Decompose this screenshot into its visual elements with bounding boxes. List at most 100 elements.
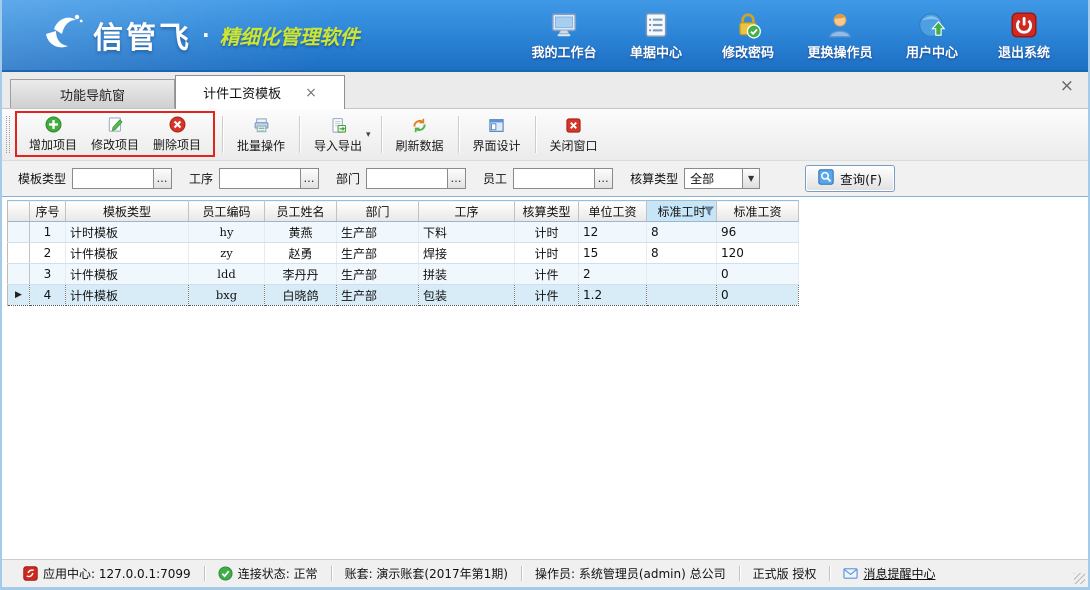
column-header-process[interactable]: 工序 <box>419 201 515 222</box>
add-item-button[interactable]: 增加项目 <box>22 113 84 155</box>
exit-system-button[interactable]: 退出系统 <box>982 10 1066 61</box>
cell-template-type[interactable]: 计时模板 <box>66 222 189 243</box>
cell-unit-wage[interactable]: 1.2 <box>579 285 647 306</box>
switch-operator-button[interactable]: 更换操作员 <box>798 10 882 61</box>
cell-process[interactable]: 下料 <box>419 222 515 243</box>
table-row[interactable]: 2计件模板zy赵勇生产部焊接计时158120 <box>8 243 799 264</box>
cell-employee-name[interactable]: 李丹丹 <box>265 264 337 285</box>
toolbar-button-label: 界面设计 <box>473 137 521 154</box>
cell-process[interactable]: 焊接 <box>419 243 515 264</box>
filter-funnel-icon[interactable] <box>704 206 714 216</box>
cell-seq[interactable]: 1 <box>30 222 66 243</box>
document-center-button[interactable]: 单据中心 <box>614 10 698 61</box>
cell-process[interactable]: 拼装 <box>419 264 515 285</box>
cell-department[interactable]: 生产部 <box>337 285 419 306</box>
cell-standard-hours[interactable] <box>647 285 717 306</box>
department-input[interactable] <box>367 169 447 188</box>
refresh-data-button[interactable]: 刷新数据 <box>389 110 451 159</box>
batch-operations-button[interactable]: 批量操作 <box>230 110 292 159</box>
column-header-department[interactable]: 部门 <box>337 201 419 222</box>
cell-standard-wage[interactable]: 0 <box>717 285 799 306</box>
column-header-seq[interactable]: 序号 <box>30 201 66 222</box>
toolbar-drag-handle[interactable] <box>6 116 10 153</box>
cell-process[interactable]: 包装 <box>419 285 515 306</box>
department-filter: 部门… <box>336 168 466 189</box>
process-input[interactable] <box>220 169 300 188</box>
calc-type-select[interactable]: 全部 ▼ <box>684 168 760 189</box>
column-header-standard-wage[interactable]: 标准工资 <box>717 201 799 222</box>
employee-input[interactable] <box>514 169 594 188</box>
lookup-ellipsis-button[interactable]: … <box>153 169 171 188</box>
cell-employee-name[interactable]: 黄燕 <box>265 222 337 243</box>
ui-design-button[interactable]: 界面设计 <box>466 110 528 159</box>
cell-calc-type[interactable]: 计件 <box>515 264 579 285</box>
tab-close-icon[interactable]: × <box>305 86 317 100</box>
delete-item-button[interactable]: 删除项目 <box>146 113 208 155</box>
cell-department[interactable]: 生产部 <box>337 222 419 243</box>
lookup-ellipsis-button[interactable]: … <box>594 169 612 188</box>
cell-standard-wage[interactable]: 120 <box>717 243 799 264</box>
dropdown-caret-icon[interactable]: ▾ <box>366 130 371 140</box>
cell-unit-wage[interactable]: 2 <box>579 264 647 285</box>
template-type-input[interactable] <box>73 169 153 188</box>
column-header-standard-hours[interactable]: 标准工时 <box>647 201 717 222</box>
row-selector[interactable] <box>8 243 30 264</box>
table-row[interactable]: 3计件模板ldd李丹丹生产部拼装计件2 0 <box>8 264 799 285</box>
import-export-button[interactable]: 导入导出 <box>307 110 369 159</box>
column-header-employee-code[interactable]: 员工编码 <box>189 201 265 222</box>
cell-standard-hours[interactable]: 8 <box>647 222 717 243</box>
cell-template-type[interactable]: 计件模板 <box>66 264 189 285</box>
edit-item-button[interactable]: 修改项目 <box>84 113 146 155</box>
cell-employee-code[interactable]: zy <box>189 243 265 264</box>
selected-row-marker-icon[interactable]: ▶ <box>8 285 30 306</box>
cell-department[interactable]: 生产部 <box>337 243 419 264</box>
cell-calc-type[interactable]: 计件 <box>515 285 579 306</box>
tab-piecework-template[interactable]: 计件工资模板 × <box>175 75 345 109</box>
column-header-label: 序号 <box>35 205 59 219</box>
table-row[interactable]: ▶4计件模板bxg白晓鸽生产部包装计件1.2 0 <box>8 285 799 306</box>
chevron-down-icon[interactable]: ▼ <box>742 169 759 188</box>
toolbar-button-label: 批量操作 <box>237 137 285 154</box>
lookup-ellipsis-button[interactable]: … <box>300 169 318 188</box>
cell-standard-hours[interactable]: 8 <box>647 243 717 264</box>
column-header-calc-type[interactable]: 核算类型 <box>515 201 579 222</box>
cell-unit-wage[interactable]: 15 <box>579 243 647 264</box>
cell-employee-name[interactable]: 赵勇 <box>265 243 337 264</box>
cell-standard-wage[interactable]: 0 <box>717 264 799 285</box>
cell-department[interactable]: 生产部 <box>337 264 419 285</box>
resize-grip[interactable] <box>1074 573 1085 584</box>
table-row[interactable]: 1计时模板hy黄燕生产部下料计时12896 <box>8 222 799 243</box>
tab-function-nav[interactable]: 功能导航窗 <box>10 79 175 108</box>
cell-seq[interactable]: 4 <box>30 285 66 306</box>
cell-employee-code[interactable]: bxg <box>189 285 265 306</box>
column-header-row-selector[interactable] <box>8 201 30 222</box>
lookup-ellipsis-button[interactable]: … <box>447 169 465 188</box>
cell-seq[interactable]: 3 <box>30 264 66 285</box>
cell-employee-code[interactable]: hy <box>189 222 265 243</box>
user-center-button[interactable]: 用户中心 <box>890 10 974 61</box>
close-window-button[interactable]: 关闭窗口 <box>543 110 605 159</box>
license-info: 正式版 授权 <box>740 565 830 582</box>
change-password-button[interactable]: 修改密码 <box>706 10 790 61</box>
toolbar-group: 界面设计 <box>466 110 528 159</box>
close-icon[interactable]: × <box>1060 78 1074 95</box>
row-selector[interactable] <box>8 264 30 285</box>
cell-seq[interactable]: 2 <box>30 243 66 264</box>
statusbar-text[interactable]: 消息提醒中心 <box>863 565 935 582</box>
cell-template-type[interactable]: 计件模板 <box>66 243 189 264</box>
cell-employee-name[interactable]: 白晓鸽 <box>265 285 337 306</box>
cell-template-type[interactable]: 计件模板 <box>66 285 189 306</box>
column-header-employee-name[interactable]: 员工姓名 <box>265 201 337 222</box>
cell-standard-hours[interactable] <box>647 264 717 285</box>
cell-unit-wage[interactable]: 12 <box>579 222 647 243</box>
row-selector[interactable] <box>8 222 30 243</box>
cell-calc-type[interactable]: 计时 <box>515 243 579 264</box>
my-workbench-button[interactable]: 我的工作台 <box>522 10 606 61</box>
message-center-link[interactable]: 消息提醒中心 <box>830 565 948 582</box>
column-header-unit-wage[interactable]: 单位工资 <box>579 201 647 222</box>
cell-calc-type[interactable]: 计时 <box>515 222 579 243</box>
search-button[interactable]: 查询(F) <box>805 165 895 192</box>
column-header-template-type[interactable]: 模板类型 <box>66 201 189 222</box>
cell-employee-code[interactable]: ldd <box>189 264 265 285</box>
cell-standard-wage[interactable]: 96 <box>717 222 799 243</box>
